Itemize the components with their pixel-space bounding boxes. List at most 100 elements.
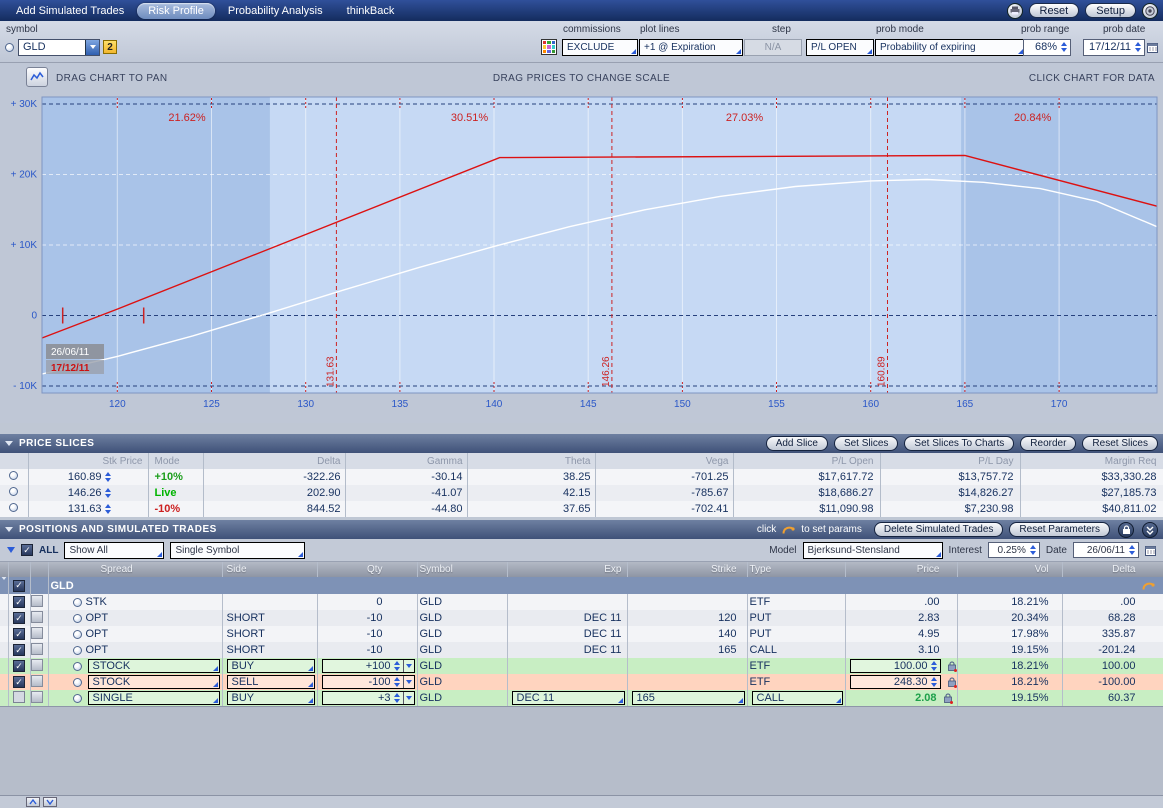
lock-circle-icon[interactable] (1118, 522, 1134, 538)
qty-stepper[interactable]: +3 (322, 691, 415, 705)
drag-handle[interactable] (31, 643, 43, 655)
spread-dropdown[interactable]: SINGLE (88, 691, 220, 705)
spinner-arrows-icon[interactable] (394, 661, 400, 671)
spinner-arrows-icon[interactable] (105, 504, 111, 514)
collapse-triangle-icon[interactable] (7, 547, 15, 553)
qty-stepper[interactable]: -100 (322, 675, 415, 689)
scroll-down-icon[interactable] (43, 797, 57, 807)
tab-thinkback[interactable]: thinkBack (336, 3, 406, 19)
symbol-dropdown[interactable]: GLD (18, 39, 100, 56)
calendar-icon[interactable] (1147, 42, 1158, 53)
drag-handle[interactable] (31, 691, 43, 703)
symbol-count-badge[interactable]: 2 (103, 40, 117, 54)
drag-handle[interactable] (31, 611, 43, 623)
row-marker-circle-icon[interactable] (9, 503, 18, 512)
drag-handle[interactable] (31, 675, 43, 687)
interest-stepper[interactable]: 0.25% (988, 542, 1040, 558)
collapse-triangle-icon[interactable] (5, 441, 13, 446)
setup-button[interactable]: Setup (1085, 3, 1136, 18)
show-all-dropdown[interactable]: Show All (64, 542, 164, 559)
tab-add-simulated-trades[interactable]: Add Simulated Trades (5, 3, 135, 19)
delete-simulated-trades-button[interactable]: Delete Simulated Trades (874, 522, 1004, 537)
row-checkbox[interactable] (13, 660, 25, 672)
collapse-triangle-icon[interactable] (0, 577, 8, 592)
drag-handle[interactable] (31, 595, 43, 607)
price-stepper[interactable]: 100.00 (850, 659, 941, 673)
commission-grid-icon[interactable] (541, 38, 557, 56)
reset-button[interactable]: Reset (1029, 3, 1080, 18)
dropdown-arrow-icon[interactable] (403, 660, 414, 672)
row-checkbox[interactable] (13, 676, 25, 688)
row-checkbox[interactable] (13, 691, 25, 703)
risk-profile-chart[interactable]: 120125130135140145150155160165170+ 30K+ … (0, 91, 1163, 423)
spinner-arrows-icon[interactable] (1030, 545, 1036, 555)
row-checkbox[interactable] (13, 612, 25, 624)
group-checkbox[interactable] (13, 580, 25, 592)
side-dropdown[interactable]: BUY (227, 691, 315, 705)
spinner-arrows-icon[interactable] (105, 488, 111, 498)
row-checkbox[interactable] (13, 644, 25, 656)
commissions-dropdown[interactable]: EXCLUDE (562, 39, 638, 56)
spinner-arrows-icon[interactable] (931, 677, 937, 687)
model-dropdown[interactable]: Bjerksund-Stensland (803, 542, 943, 559)
spinner-arrows-icon[interactable] (931, 661, 937, 671)
prob-range-stepper[interactable]: 68% (1023, 39, 1071, 56)
add-slice-button[interactable]: Add Slice (766, 436, 828, 451)
spinner-arrows-icon[interactable] (1135, 42, 1141, 52)
calendar-icon[interactable] (1145, 545, 1156, 556)
scroll-up-icon[interactable] (26, 797, 40, 807)
set-slices-to-charts-button[interactable]: Set Slices To Charts (904, 436, 1014, 451)
lock-icon[interactable] (947, 661, 957, 672)
plot-lines-dropdown[interactable]: +1 @ Expiration (639, 39, 743, 56)
qty-stepper[interactable]: +100 (322, 659, 415, 673)
printer-icon[interactable] (1007, 3, 1023, 19)
wrench-params-icon[interactable] (782, 525, 795, 535)
slice-price-input[interactable]: 131.63 (68, 503, 102, 515)
all-checkbox[interactable] (21, 544, 33, 556)
dropdown-arrow-icon[interactable] (403, 676, 414, 688)
slice-price-input[interactable]: 146.26 (68, 487, 102, 499)
date-stepper[interactable]: 26/06/11 (1073, 542, 1139, 558)
dropdown-arrow-icon[interactable] (403, 692, 414, 704)
tab-probability-analysis[interactable]: Probability Analysis (217, 3, 334, 19)
chevron-circle-icon[interactable] (1142, 522, 1158, 538)
slice-mode[interactable]: -10% (155, 503, 181, 515)
prob-date-stepper[interactable]: 17/12/11 (1083, 39, 1145, 56)
reset-slices-button[interactable]: Reset Slices (1082, 436, 1158, 451)
row-marker-circle-icon[interactable] (9, 471, 18, 480)
spread-dropdown[interactable]: STOCK (88, 675, 220, 689)
spinner-arrows-icon[interactable] (105, 472, 111, 482)
slice-mode[interactable]: Live (155, 487, 177, 499)
row-marker-circle-icon[interactable] (9, 487, 18, 496)
set-slices-button[interactable]: Set Slices (834, 436, 898, 451)
spinner-arrows-icon[interactable] (394, 677, 400, 687)
spinner-arrows-icon[interactable] (394, 693, 400, 703)
side-dropdown[interactable]: SELL (227, 675, 315, 689)
price-stepper[interactable]: 248.30 (850, 675, 941, 689)
slice-mode[interactable]: +10% (155, 471, 183, 483)
type-dropdown[interactable]: CALL (752, 691, 843, 705)
slice-price-input[interactable]: 160.89 (68, 471, 102, 483)
wrench-params-icon[interactable] (1142, 581, 1155, 591)
exp-dropdown[interactable]: DEC 11 (512, 691, 625, 705)
strike-dropdown[interactable]: 165 (632, 691, 745, 705)
pl-mode-dropdown[interactable]: P/L OPEN (806, 39, 874, 56)
row-checkbox[interactable] (13, 596, 25, 608)
reset-parameters-button[interactable]: Reset Parameters (1009, 522, 1110, 537)
side-dropdown[interactable]: BUY (227, 659, 315, 673)
lock-icon[interactable] (947, 677, 957, 688)
prob-mode-dropdown[interactable]: Probability of expiring (875, 39, 1025, 56)
drag-handle[interactable] (31, 659, 43, 671)
reorder-button[interactable]: Reorder (1020, 436, 1076, 451)
spinner-arrows-icon[interactable] (1061, 42, 1067, 52)
lock-icon[interactable] (943, 693, 953, 704)
dropdown-arrow-icon[interactable] (85, 40, 99, 55)
spread-dropdown[interactable]: STOCK (88, 659, 220, 673)
row-checkbox[interactable] (13, 628, 25, 640)
tab-risk-profile[interactable]: Risk Profile (137, 3, 215, 19)
single-symbol-dropdown[interactable]: Single Symbol (170, 542, 305, 559)
spinner-arrows-icon[interactable] (1129, 545, 1135, 555)
drag-handle[interactable] (31, 627, 43, 639)
gear-icon[interactable] (1142, 3, 1158, 19)
collapse-triangle-icon[interactable] (5, 527, 13, 532)
